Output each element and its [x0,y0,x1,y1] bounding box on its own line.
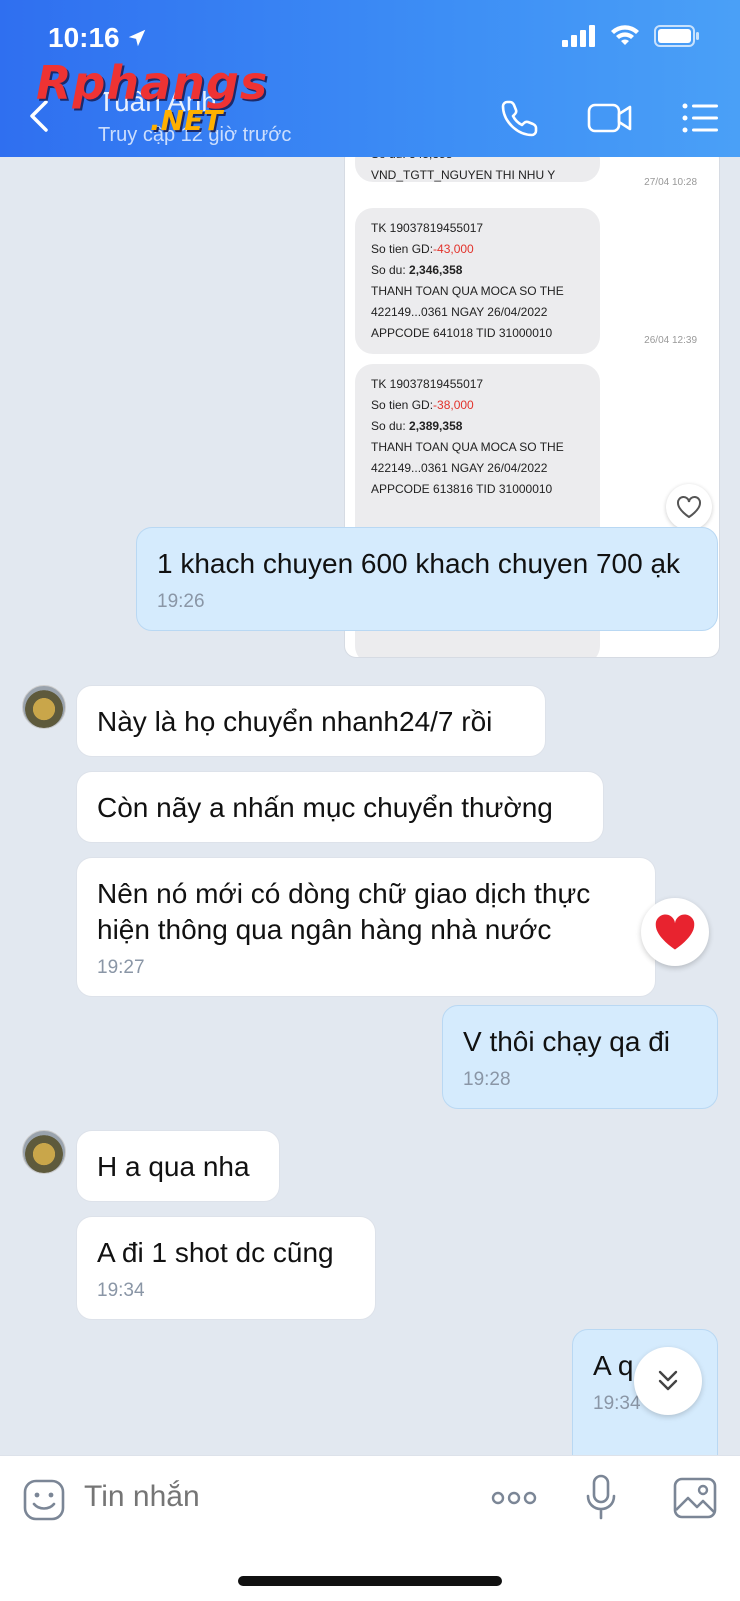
location-arrow-icon [128,29,145,47]
message-text: A đi 1 shot dc cũng [97,1237,334,1268]
sms-date: 26/04 12:39 [644,335,697,346]
message-text: H a qua nha [97,1151,250,1182]
signal-icon [562,25,595,47]
incoming-message[interactable]: Còn nãy a nhấn mục chuyển thường [76,771,604,843]
sms-line: VND_TGTT_NGUYEN THI NHU Y [371,168,556,182]
message-time: 19:27 [97,957,145,978]
watermark-logo-suffix: .NET [150,104,223,137]
message-text: Này là họ chuyển nhanh24/7 rồi [97,706,493,737]
message-text: 1 khach chuyen 600 khach chuyen 700 ạk [157,548,681,579]
sms-amount-row: So tien GD:-43,000 [371,239,584,260]
avatar[interactable] [22,1130,66,1174]
sms-line: So du: 345,358 [371,157,584,165]
heart-icon [655,914,695,950]
outgoing-message[interactable]: V thôi chạy qa đi 19:28 [442,1005,718,1109]
sms-balance-row: So du: 2,389,358 [371,416,584,437]
sms-amount: -38,000 [433,398,474,412]
status-time: 10:16 [48,22,148,54]
status-time-label: 10:16 [48,22,120,53]
wifi-icon [611,25,639,45]
sticker-icon[interactable] [22,1478,66,1522]
sms-balance-row: So du: 2,346,358 [371,260,584,281]
sms-amount-label: So tien GD: [371,398,434,412]
sms-amount-label: So tien GD: [371,242,434,256]
sms-line: APPCODE 641018 TID 31000010 [371,326,553,340]
like-button[interactable] [666,484,712,530]
sms-amount-row: So tien GD:-38,000 [371,395,584,416]
video-call-icon[interactable] [586,98,634,138]
watermark-logo: Rphangs [36,56,269,110]
sms-line: 422149...0361 NGAY 26/04/2022 [371,461,548,475]
home-indicator[interactable] [238,1576,502,1586]
message-time: 19:28 [463,1069,511,1090]
message-text: V thôi chạy qa đi [463,1026,671,1057]
phone-call-icon[interactable] [500,98,540,138]
sms-balance: 2,346,358 [409,263,463,277]
sms-balance: 2,389,358 [409,419,463,433]
chat-header: 10:16 Tuấn Anh Truy cập 12 giờ trước Rph… [0,0,740,157]
battery-icon [654,25,699,47]
message-time: 19:26 [157,591,205,612]
sms-date: 27/04 10:28 [644,177,697,188]
message-text: Nên nó mới có dòng chữ giao dịch thực hi… [97,878,591,945]
scroll-to-bottom-button[interactable] [634,1347,702,1415]
message-text: A q [593,1350,634,1381]
sms-line: 422149...0361 NGAY 26/04/2022 [371,305,548,319]
sms-line: THANH TOAN QUA MOCA SO THE [371,284,564,298]
sms-balance-label: So du: [371,263,410,277]
status-icons [562,24,700,48]
incoming-message[interactable]: A đi 1 shot dc cũng 19:34 [76,1216,376,1320]
sms-line: APPCODE 613816 TID 31000010 [371,482,553,496]
more-options-icon[interactable] [490,1486,538,1510]
message-time: 19:34 [97,1280,145,1301]
sms-account: TK 19037819455017 [371,221,484,235]
message-text: Còn nãy a nhấn mục chuyển thường [97,792,553,823]
sms-amount: -43,000 [433,242,474,256]
microphone-icon[interactable] [584,1474,618,1522]
image-icon[interactable] [672,1476,718,1520]
sms-account: TK 19037819455017 [371,377,484,391]
incoming-message[interactable]: H a qua nha [76,1130,280,1202]
sms-bubble: TK 19037819455017 So tien GD:-43,000 So … [355,208,600,354]
sms-balance-label: So du: [371,419,410,433]
message-input[interactable] [84,1480,444,1514]
incoming-message[interactable]: Này là họ chuyển nhanh24/7 rồi [76,685,546,757]
incoming-message[interactable]: Nên nó mới có dòng chữ giao dịch thực hi… [76,857,656,997]
heart-reaction[interactable] [641,898,709,966]
sms-bubble-top: So du: 345,358 VND_TGTT_NGUYEN THI NHU Y [355,157,600,182]
avatar[interactable] [22,685,66,729]
heart-outline-icon [677,496,701,519]
sms-line: THANH TOAN QUA MOCA SO THE [371,440,564,454]
double-chevron-down-icon [658,1370,678,1391]
outgoing-message[interactable]: 1 khach chuyen 600 khach chuyen 700 ạk 1… [136,527,718,631]
menu-list-icon[interactable] [680,98,720,138]
chat-area[interactable]: So du: 345,358 VND_TGTT_NGUYEN THI NHU Y… [0,157,740,1455]
